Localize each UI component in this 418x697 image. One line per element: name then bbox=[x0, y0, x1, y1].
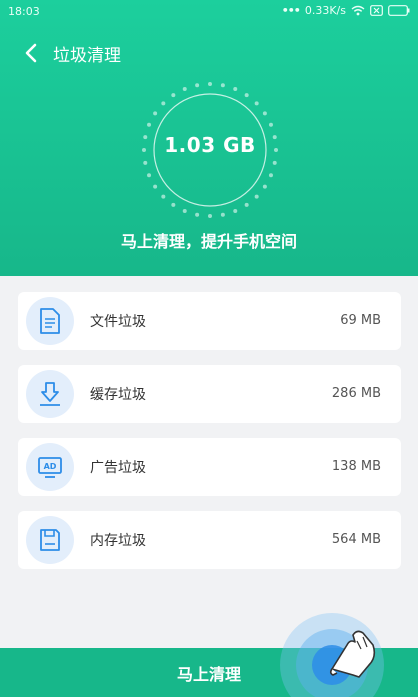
save-icon bbox=[26, 516, 74, 564]
item-size: 138 MB bbox=[331, 459, 381, 474]
svg-text:AD: AD bbox=[44, 462, 57, 471]
back-arrow-icon bbox=[25, 43, 37, 63]
ring-dot bbox=[161, 101, 166, 106]
list-item-cache-junk[interactable]: 缓存垃圾 286 MB bbox=[18, 365, 401, 423]
ring-dot bbox=[208, 82, 212, 86]
ring-dot bbox=[143, 160, 148, 165]
tap-hint-hand-icon bbox=[280, 613, 384, 697]
status-indicators: ••• 0.33K/s bbox=[282, 4, 410, 17]
ring-dot bbox=[182, 87, 187, 92]
list-item-ad-junk[interactable]: AD 广告垃圾 138 MB bbox=[18, 438, 401, 496]
status-bar: 18:03 ••• 0.33K/s bbox=[0, 0, 418, 24]
ring-dot bbox=[208, 214, 212, 218]
item-label: 内存垃圾 bbox=[90, 533, 146, 549]
ring-dot bbox=[268, 122, 273, 127]
total-junk-size: 1.03 GB bbox=[164, 133, 256, 157]
ring-dot bbox=[161, 194, 166, 199]
ring-dot bbox=[268, 173, 273, 178]
ring-dot bbox=[220, 212, 225, 217]
ring-dot bbox=[233, 87, 238, 92]
ring-dot bbox=[147, 173, 152, 178]
ring-dot bbox=[233, 208, 238, 213]
ring-dot bbox=[147, 122, 152, 127]
sim-icon bbox=[370, 5, 383, 16]
item-size: 564 MB bbox=[331, 532, 381, 547]
ring-dot bbox=[254, 194, 259, 199]
ad-icon: AD bbox=[26, 443, 74, 491]
header-subtitle: 马上清理，提升手机空间 bbox=[120, 232, 297, 251]
document-icon bbox=[26, 297, 74, 345]
wifi-icon bbox=[351, 5, 365, 16]
ring-dot bbox=[262, 184, 267, 189]
ring-dot bbox=[182, 208, 187, 213]
back-button[interactable] bbox=[20, 39, 44, 67]
ring-dot bbox=[254, 101, 259, 106]
header-banner: 18:03 ••• 0.33K/s 垃圾清理 1.03 GB 马上清理，提升手机… bbox=[0, 0, 418, 276]
ring-dot bbox=[171, 202, 176, 207]
item-size: 69 MB bbox=[340, 313, 381, 328]
net-speed: 0.33K/s bbox=[304, 4, 346, 17]
ring-dot bbox=[153, 184, 158, 189]
ring-dot bbox=[244, 202, 249, 207]
battery-icon bbox=[388, 5, 410, 16]
ring-dot bbox=[220, 83, 225, 88]
ring-dot bbox=[195, 83, 200, 88]
title-bar: 垃圾清理 bbox=[0, 35, 418, 71]
item-label: 缓存垃圾 bbox=[90, 387, 146, 403]
list-item-memory-junk[interactable]: 内存垃圾 564 MB bbox=[18, 511, 401, 569]
ring-dot bbox=[244, 93, 249, 98]
ring-dot bbox=[171, 93, 176, 98]
ring-dot bbox=[262, 111, 267, 116]
item-size: 286 MB bbox=[331, 386, 381, 401]
ring-dot bbox=[153, 111, 158, 116]
ring-dot bbox=[272, 160, 277, 165]
page-title: 垃圾清理 bbox=[53, 46, 121, 66]
status-time: 18:03 bbox=[8, 5, 40, 18]
item-label: 广告垃圾 bbox=[90, 460, 146, 476]
download-icon bbox=[26, 370, 74, 418]
more-dots-icon: ••• bbox=[281, 4, 301, 17]
list-item-file-junk[interactable]: 文件垃圾 69 MB bbox=[18, 292, 401, 350]
item-label: 文件垃圾 bbox=[90, 314, 146, 330]
ring-dot bbox=[195, 212, 200, 217]
